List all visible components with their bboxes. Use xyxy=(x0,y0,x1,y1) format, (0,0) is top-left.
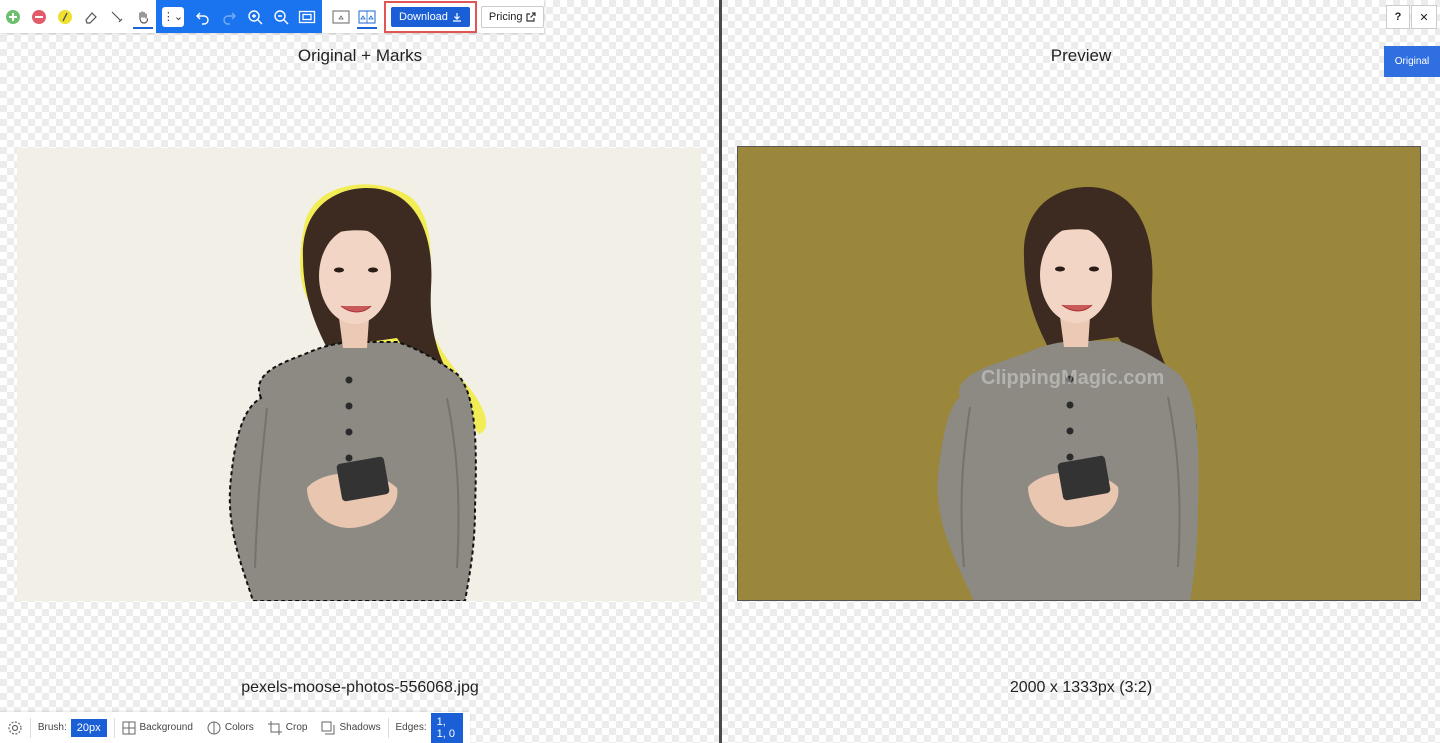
brush-size-control[interactable]: Brush: 20px xyxy=(31,712,114,743)
bottom-toolbar: Brush: 20px Background Colors Crop Shado… xyxy=(0,712,470,743)
crop-icon xyxy=(267,720,282,735)
edges-value[interactable]: 1, 1, 0 xyxy=(430,712,464,743)
colors-button[interactable]: Colors xyxy=(200,712,261,743)
preview-pane: Preview ClippingMagic.com 2000 x 1333px … xyxy=(722,0,1440,743)
edges-control[interactable]: Edges: 1, 1, 0 xyxy=(389,712,471,743)
colors-icon xyxy=(207,721,221,734)
original-image[interactable] xyxy=(17,148,701,601)
edges-label: Edges: xyxy=(395,722,427,733)
crop-label: Crop xyxy=(285,722,308,733)
subject-figure xyxy=(228,184,487,601)
dimensions-caption: 2000 x 1333px (3:2) xyxy=(1009,679,1153,696)
crop-button[interactable]: Crop xyxy=(261,712,315,743)
preview-pane-title: Preview xyxy=(1050,46,1112,65)
background-icon xyxy=(122,721,136,734)
filename-caption: pexels-moose-photos-556068.jpg xyxy=(241,679,479,696)
background-label: Background xyxy=(139,722,193,733)
close-button[interactable]: ✕ xyxy=(1411,5,1437,29)
help-button[interactable]: ? xyxy=(1386,5,1410,29)
original-toggle-button[interactable]: Original xyxy=(1384,46,1440,77)
shadows-label: Shadows xyxy=(339,722,381,733)
gear-icon xyxy=(8,720,22,735)
preview-image[interactable]: ClippingMagic.com xyxy=(737,146,1421,601)
background-button[interactable]: Background xyxy=(115,712,200,743)
watermark-text: ClippingMagic.com xyxy=(981,367,1165,389)
settings-button[interactable] xyxy=(0,712,30,743)
shadows-icon xyxy=(321,721,335,734)
original-pane: Original + Marks pexels-moose-photos-556… xyxy=(0,0,720,743)
brush-label: Brush: xyxy=(37,722,67,733)
colors-label: Colors xyxy=(224,722,254,733)
brush-size-value[interactable]: 20px xyxy=(70,718,107,737)
original-pane-title: Original + Marks xyxy=(297,46,423,65)
shadows-button[interactable]: Shadows xyxy=(314,712,387,743)
